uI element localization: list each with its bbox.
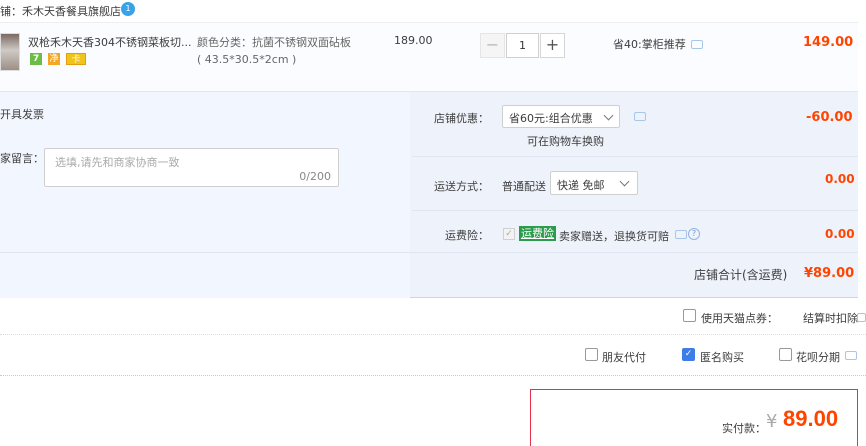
shipping-method-value: 快递 免邮 [557,179,605,192]
product-thumbnail[interactable] [0,33,20,71]
item-row: 双枪禾木天香304不锈钢菜板切... 7 净 卡 颜色分类：抗菌不锈钢双面砧板 … [0,22,858,92]
insurance-chat-icon[interactable] [675,230,687,239]
item-total-price: 149.00 [803,35,854,50]
promo-text: 省40:掌柜推荐 [613,38,686,51]
seller-message-input[interactable]: 选填,请先和商家协商一致 0/200 [44,148,339,187]
message-char-count: 0/200 [299,170,331,183]
help-icon[interactable]: ? [688,228,700,240]
shipping-label: 运送方式： [434,180,489,193]
shipping-method-select[interactable]: 快递 免邮 [550,171,638,195]
use-points-label[interactable]: 使用天猫点券： [701,310,778,326]
chevron-down-icon [619,176,630,187]
huabei-checkbox[interactable] [779,348,792,361]
spec-size: ( 43.5*30.5*2cm ) [197,53,297,66]
product-spec: 颜色分类：抗菌不锈钢双面砧板 ( 43.5*30.5*2cm ) [197,34,351,68]
guarantee-badge-icon: 净 [48,53,60,65]
pay-total-label: 实付款： [722,422,766,435]
divider [412,210,858,211]
payment-summary-box: 实付款： ¥ 89.00 [530,389,858,446]
chevron-down-icon [603,110,614,121]
message-placeholder: 选填,请先和商家协商一致 [55,156,180,169]
currency-symbol: ¥ [766,411,778,432]
shop-name[interactable]: 铺：禾木天香餐具旗舰店 [0,3,121,19]
insurance-tag[interactable]: 运费险 [519,226,556,241]
product-title[interactable]: 双枪禾木天香304不锈钢菜板切... [28,34,192,50]
credit-card-badge-icon: 卡 [66,53,86,65]
shop-coupon-select[interactable]: 省60元:组合优惠 [502,105,620,128]
unit-price: 189.00 [394,34,433,47]
coupon-value: 省60元:组合优惠 [509,112,593,125]
coupon-note: 可在购物车换购 [527,135,604,148]
insurance-description: 卖家赠送，退换货可赔 [559,230,669,243]
shipping-amount: 0.00 [825,172,855,186]
friend-pay-checkbox[interactable] [585,348,598,361]
insurance-label: 运费险： [445,229,489,242]
points-note: 结算时扣除 [803,312,858,325]
seven-day-return-badge-icon: 7 [30,53,42,65]
invoice-label[interactable]: 开具发票 [0,106,44,122]
quantity-decrease-button[interactable]: − [480,33,505,58]
anonymous-checkbox[interactable]: ✓ [682,348,695,361]
shop-coupon-label: 店铺优惠： [434,112,489,125]
payment-options-row: 朋友代付 ✓ 匿名购买 花呗分期 [0,335,866,376]
promo-chat-icon[interactable] [691,40,703,49]
divider [0,252,858,253]
shop-bar: 铺：禾木天香餐具旗舰店 1 [0,0,866,22]
message-label: 家留言： [0,152,44,165]
anonymous-label[interactable]: 匿名购买 [700,349,744,365]
shop-subtotal-amount: ¥89.00 [804,266,855,281]
coupon-amount: -60.00 [806,110,853,125]
friend-pay-label[interactable]: 朋友代付 [602,349,646,365]
points-row: 使用天猫点券： 结算时扣除 [0,298,866,335]
spec-color: 颜色分类：抗菌不锈钢双面砧板 [197,36,351,49]
shop-subtotal-label: 店铺合计(含运费) [694,268,788,282]
divider [412,156,858,157]
pay-total-amount: 89.00 [783,406,839,431]
quantity-increase-button[interactable]: + [540,33,565,58]
insurance-amount: 0.00 [825,227,855,241]
huabei-chat-icon[interactable] [845,351,857,360]
points-chat-icon[interactable] [857,313,866,322]
order-options-panel: 开具发票 家留言： 选填,请先和商家协商一致 0/200 店铺优惠： 省60元:… [0,92,858,298]
quantity-input[interactable] [506,33,539,58]
huabei-label[interactable]: 花呗分期 [796,349,840,365]
wangwang-chat-icon[interactable]: 1 [121,2,135,16]
coupon-chat-icon[interactable] [634,112,646,121]
insurance-checkbox[interactable]: ✓ [503,228,515,240]
shipping-type: 普通配送 [502,180,546,193]
options-left-panel: 开具发票 家留言： 选填,请先和商家协商一致 0/200 [0,92,410,298]
use-points-checkbox[interactable] [683,309,696,322]
